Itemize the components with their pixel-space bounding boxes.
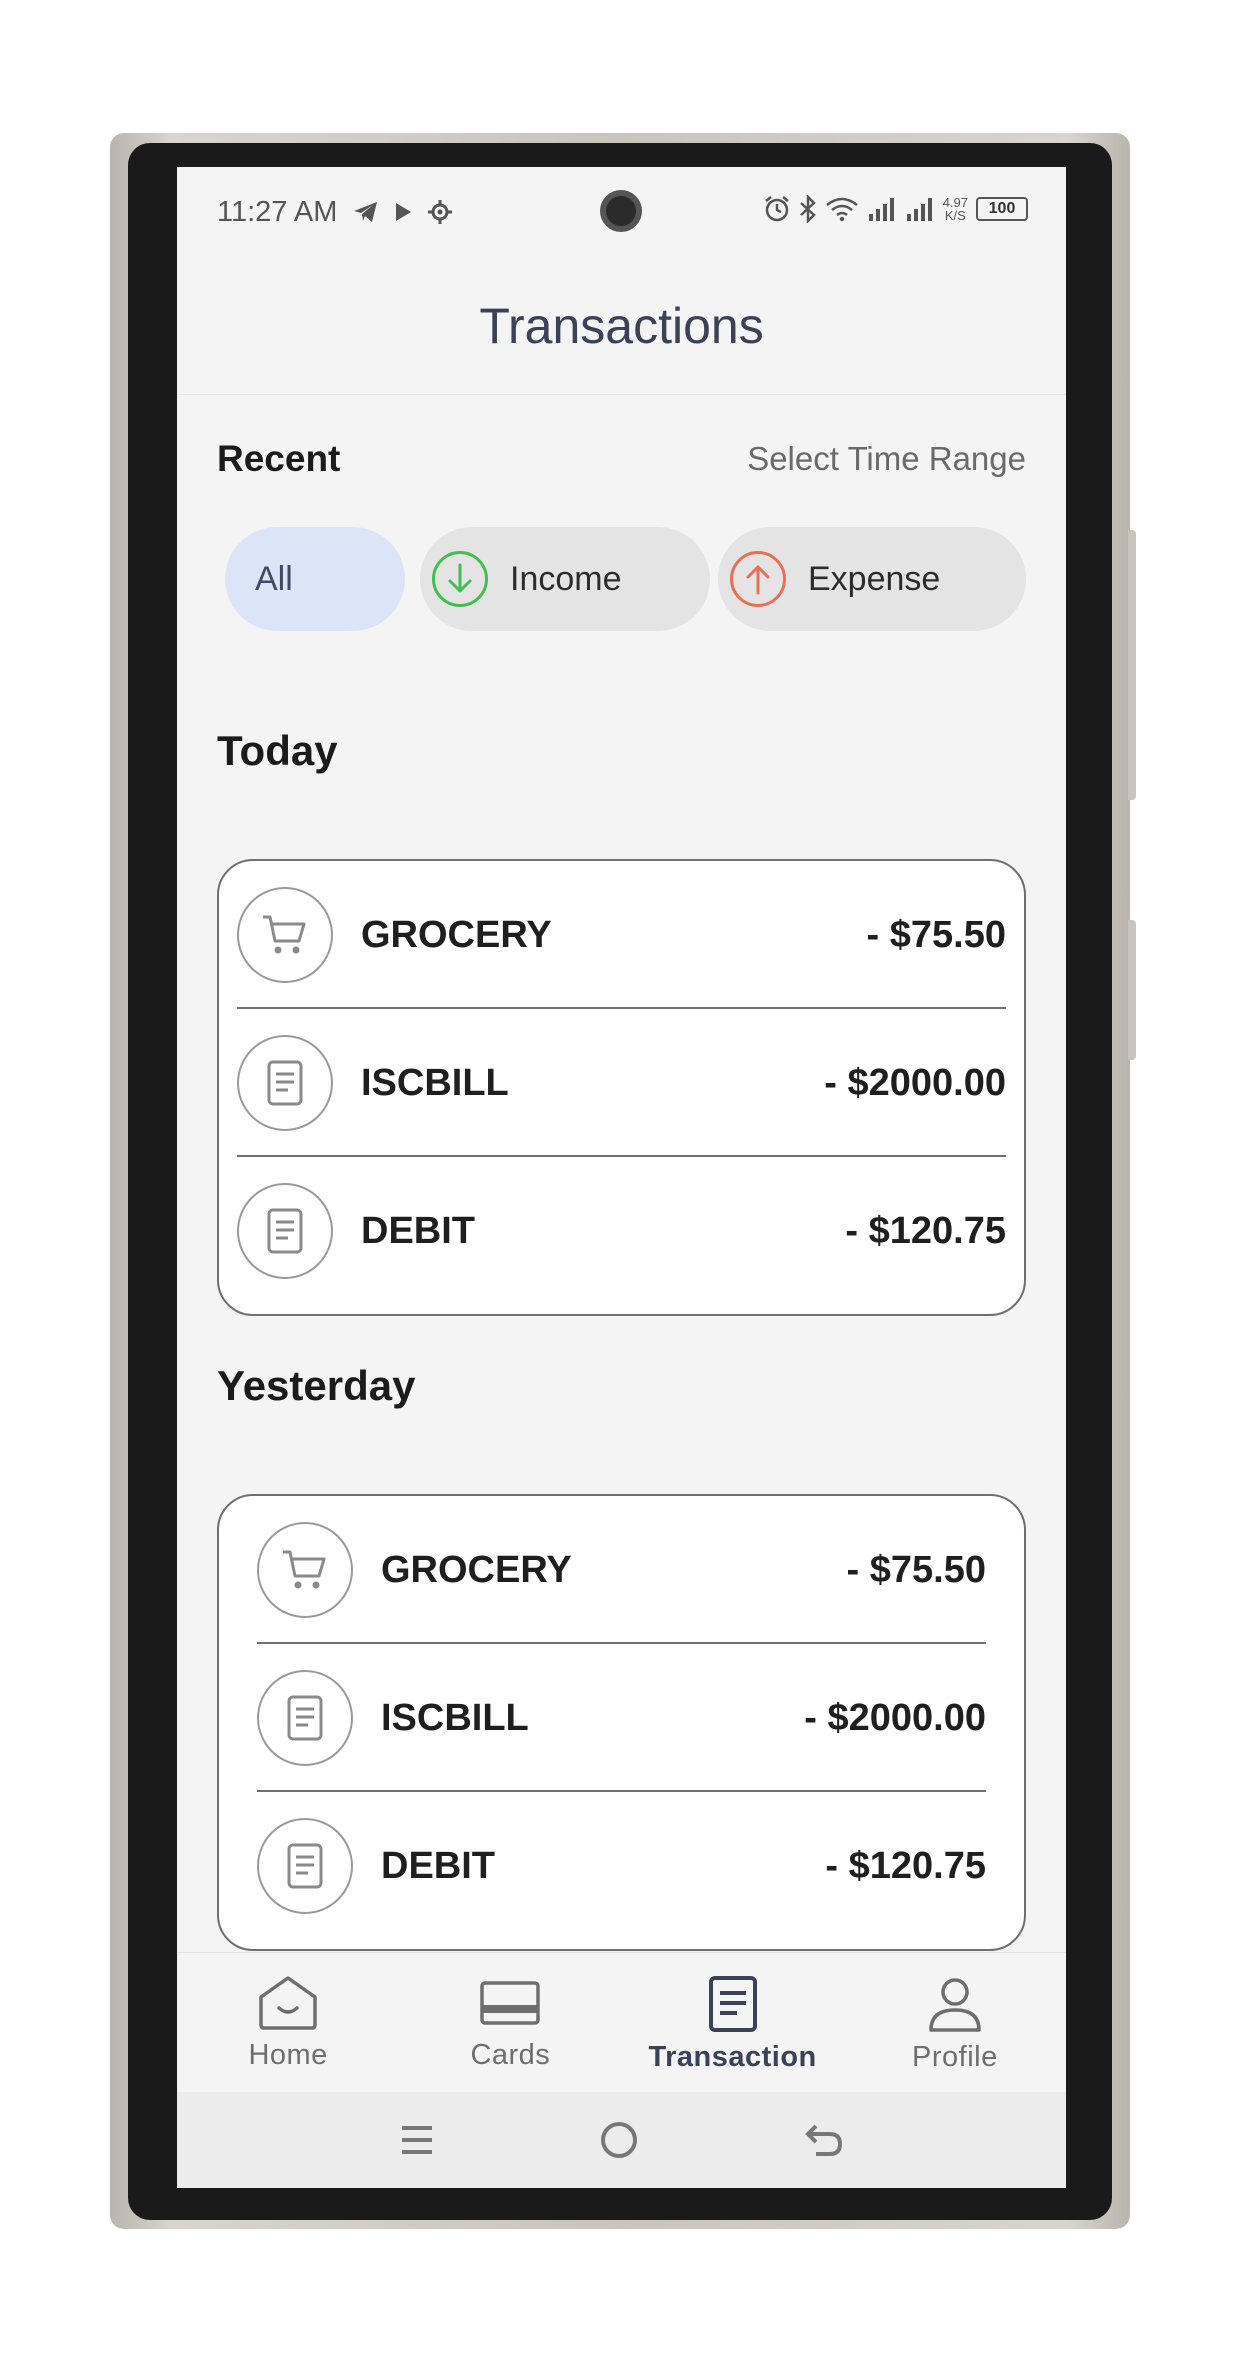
nav-label: Home [248,2039,328,2071]
status-indicators: 4.97 K/S 100 [763,195,1028,223]
nav-item-profile[interactable]: Profile [844,1953,1066,2092]
phone-screen: 11:27 AM 4.97 K/S 100 Transactions Recen… [177,167,1066,2188]
bluetooth-icon [799,195,816,223]
front-camera [600,190,642,232]
cart-icon [237,887,333,983]
transaction-amount: - $75.50 [866,913,1006,956]
document-icon [257,1670,353,1766]
transaction-card-yesterday: GROCERY - $75.50 ISCBILL - $2000.00 DEBI… [217,1494,1026,1951]
battery-icon: 100 [976,197,1028,221]
transaction-name: GROCERY [381,1548,572,1591]
arrow-down-circle-icon [432,551,488,607]
page-title: Transactions [479,297,764,354]
back-icon[interactable] [804,2122,844,2158]
bottom-nav: Home Cards Transaction Profile [177,1952,1066,2092]
filter-income-label: Income [510,559,622,598]
recent-label: Recent [217,438,341,479]
alarm-icon [764,196,789,222]
cart-icon [257,1522,353,1618]
signal-icon-2 [906,198,932,221]
document-icon [257,1818,353,1914]
arrow-up-circle-icon [730,551,786,607]
nav-label: Transaction [648,2041,817,2073]
transaction-row[interactable]: DEBIT - $120.75 [257,1792,986,1940]
power-button [1128,920,1136,1060]
home-icon [259,1976,317,2030]
transaction-name: ISCBILL [381,1696,529,1739]
profile-icon [929,1978,981,2032]
wifi-icon [825,197,858,222]
transaction-card-today: GROCERY - $75.50 ISCBILL - $2000.00 DEBI… [217,859,1026,1316]
status-time: 11:27 AM [217,195,338,228]
group-label-today: Today [217,727,338,774]
transaction-name: ISCBILL [361,1061,509,1104]
nav-item-cards[interactable]: Cards [399,1953,621,2092]
net-speed-unit: K/S [944,208,966,223]
recent-section-header: Recent Select Time Range [217,429,1026,489]
transaction-name: GROCERY [361,913,552,956]
app-header: Transactions [177,257,1066,395]
network-speed: 4.97 K/S [943,196,968,222]
filter-expense-label: Expense [808,559,941,598]
filter-expense-chip[interactable]: Expense [718,527,1026,631]
document-icon [237,1183,333,1279]
telegram-icon [354,202,378,222]
settings-icon [428,200,453,224]
nav-item-home[interactable]: Home [177,1953,399,2092]
transaction-row[interactable]: ISCBILL - $2000.00 [257,1644,986,1792]
transaction-amount: - $2000.00 [824,1061,1006,1104]
transaction-amount: - $75.50 [846,1548,986,1591]
document-icon [237,1035,333,1131]
transaction-icon [708,1976,757,2032]
volume-button [1128,530,1136,800]
nav-label: Cards [470,2039,551,2071]
system-nav-bar [177,2092,1066,2188]
filter-income-chip[interactable]: Income [420,527,710,631]
transaction-amount: - $120.75 [825,1844,986,1887]
transaction-row[interactable]: GROCERY - $75.50 [237,861,1006,1009]
transaction-amount: - $120.75 [845,1209,1006,1252]
play-icon [396,203,412,221]
transaction-name: DEBIT [361,1209,475,1252]
recents-icon[interactable] [399,2123,435,2157]
nav-label: Profile [912,2041,998,2073]
nav-item-transaction[interactable]: Transaction [622,1953,844,2092]
transaction-amount: - $2000.00 [804,1696,986,1739]
filter-all-chip[interactable]: All [225,527,405,631]
transaction-row[interactable]: ISCBILL - $2000.00 [237,1009,1006,1157]
transaction-row[interactable]: GROCERY - $75.50 [257,1496,986,1644]
card-icon [480,1981,541,2025]
signal-icon [868,198,894,221]
transaction-row[interactable]: DEBIT - $120.75 [237,1157,1006,1305]
home-circle-icon[interactable] [599,2120,639,2160]
transaction-name: DEBIT [381,1844,495,1887]
group-label-yesterday: Yesterday [217,1362,416,1409]
filter-all-label: All [255,559,293,598]
select-time-range-button[interactable]: Select Time Range [747,440,1026,478]
